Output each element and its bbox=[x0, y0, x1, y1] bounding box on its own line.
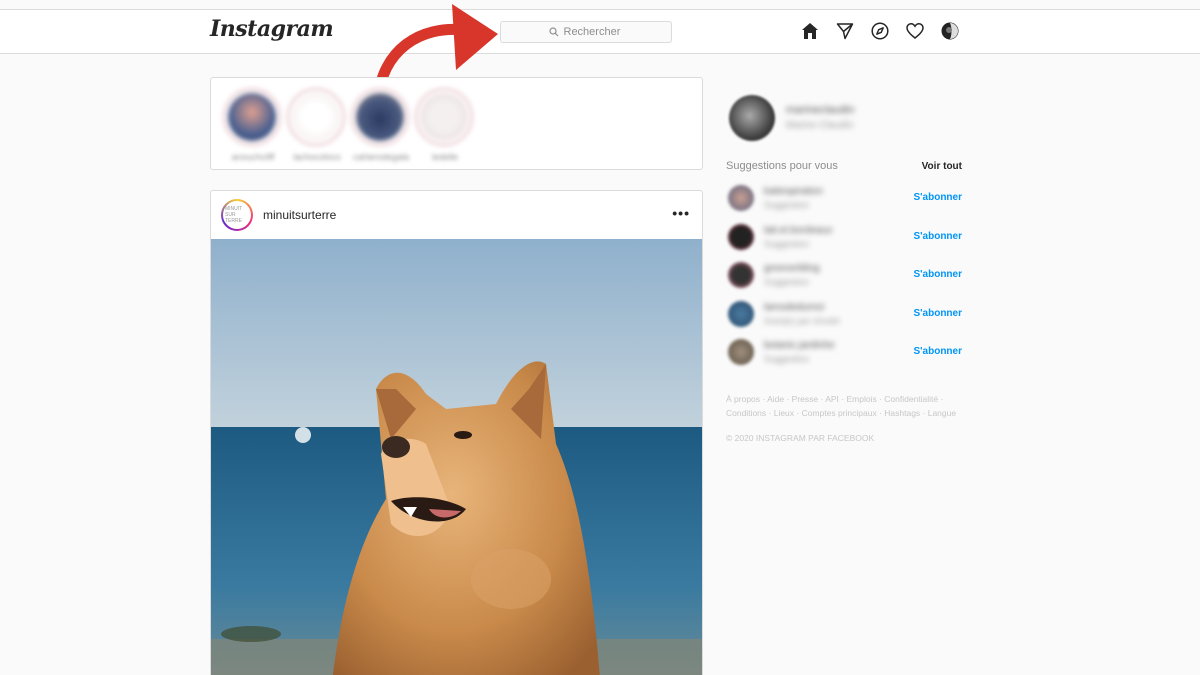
suggestion-item: lait.et.bordeaux Suggestion S'abonner bbox=[726, 221, 962, 260]
nav-icons bbox=[800, 21, 960, 41]
post-username[interactable]: minuitsurterre bbox=[263, 208, 336, 222]
current-user: marineclaudin Marine Claudin bbox=[726, 90, 966, 146]
suggestion-meta: Suivi(e) par chrolet bbox=[764, 315, 840, 326]
story-username: cahiersdegala bbox=[352, 152, 410, 162]
suggestion-item: katiespiration Suggestion S'abonner bbox=[726, 182, 962, 221]
follow-button[interactable]: S'abonner bbox=[914, 269, 963, 280]
story-username: lachocoloco bbox=[293, 152, 341, 162]
footer-links[interactable]: À propos · Aide · Presse · API · Emplois… bbox=[726, 392, 966, 420]
follow-button[interactable]: S'abonner bbox=[914, 308, 963, 319]
browser-top-strip bbox=[0, 0, 1200, 9]
suggestion-avatar[interactable] bbox=[728, 339, 754, 365]
suggestion-avatar[interactable] bbox=[728, 223, 754, 250]
post-avatar-text: MINUIT SUR TERRE bbox=[225, 206, 243, 224]
story-item[interactable]: ledelle bbox=[415, 88, 475, 162]
story-username: anouchcliff bbox=[231, 152, 275, 162]
search-box[interactable] bbox=[500, 21, 672, 43]
suggestion-avatar[interactable] bbox=[728, 300, 754, 327]
story-avatar bbox=[287, 88, 345, 146]
suggestion-item: lamodedumoi Suivi(e) par chrolet S'abonn… bbox=[726, 298, 962, 337]
suggestion-username[interactable]: greenerbling bbox=[764, 263, 820, 274]
top-navbar: Instagram bbox=[0, 9, 1200, 54]
search-icon bbox=[548, 27, 558, 37]
more-options-icon[interactable]: ••• bbox=[672, 205, 690, 221]
see-all-link[interactable]: Voir tout bbox=[922, 161, 962, 172]
instagram-logo[interactable]: Instagram bbox=[210, 16, 334, 42]
post-avatar[interactable]: MINUIT SUR TERRE bbox=[221, 199, 253, 231]
suggestions-list: katiespiration Suggestion S'abonner lait… bbox=[726, 182, 962, 375]
suggestion-username[interactable]: lait.et.bordeaux bbox=[764, 225, 832, 236]
suggestion-avatar[interactable] bbox=[728, 262, 754, 288]
right-sidebar: marineclaudin Marine Claudin Suggestions… bbox=[726, 90, 966, 443]
story-username: ledelle bbox=[431, 152, 459, 162]
suggestion-meta: Suggestion bbox=[764, 238, 810, 249]
suggestions-title: Suggestions pour vous bbox=[726, 160, 838, 172]
current-user-username[interactable]: marineclaudin bbox=[786, 104, 854, 116]
suggestion-meta: Suggestion bbox=[764, 354, 810, 364]
suggestion-item: greenerbling Suggestion S'abonner bbox=[726, 259, 962, 298]
post-image-dog[interactable] bbox=[211, 239, 703, 675]
suggestion-username[interactable]: lamodedumoi bbox=[764, 302, 824, 313]
feed-post: MINUIT SUR TERRE minuitsurterre ••• bbox=[210, 190, 703, 675]
story-item[interactable]: cahiersdegala bbox=[351, 88, 411, 162]
current-user-fullname: Marine Claudin bbox=[786, 120, 854, 131]
follow-button[interactable]: S'abonner bbox=[914, 192, 963, 203]
story-avatar bbox=[223, 88, 281, 146]
story-item[interactable]: lachocoloco bbox=[287, 88, 347, 162]
story-avatar bbox=[415, 88, 473, 146]
search-input[interactable] bbox=[563, 26, 624, 38]
suggestion-username[interactable]: botanic.jardinhe bbox=[764, 340, 835, 351]
post-header: MINUIT SUR TERRE minuitsurterre ••• bbox=[211, 191, 702, 239]
direct-icon[interactable] bbox=[835, 21, 855, 41]
explore-icon[interactable] bbox=[870, 21, 890, 41]
suggestion-avatar[interactable] bbox=[728, 185, 754, 211]
suggestion-meta: Suggestion bbox=[764, 200, 810, 210]
activity-heart-icon[interactable] bbox=[905, 21, 925, 41]
profile-avatar-icon[interactable] bbox=[940, 21, 960, 41]
story-item[interactable]: anouchcliff bbox=[223, 88, 283, 162]
home-icon[interactable] bbox=[800, 21, 820, 41]
follow-button[interactable]: S'abonner bbox=[914, 346, 963, 357]
suggestions-header: Suggestions pour vous Voir tout bbox=[726, 160, 962, 172]
copyright: © 2020 INSTAGRAM PAR FACEBOOK bbox=[726, 433, 875, 443]
suggestion-username[interactable]: katiespiration bbox=[764, 186, 823, 197]
follow-button[interactable]: S'abonner bbox=[914, 231, 963, 242]
current-user-avatar[interactable] bbox=[729, 95, 775, 141]
suggestion-item: botanic.jardinhe Suggestion S'abonner bbox=[726, 336, 962, 375]
story-avatar bbox=[351, 88, 409, 146]
suggestion-meta: Suggestion bbox=[764, 277, 810, 287]
stories-bar: anouchcliff lachocoloco cahiersdegala le… bbox=[210, 77, 703, 170]
